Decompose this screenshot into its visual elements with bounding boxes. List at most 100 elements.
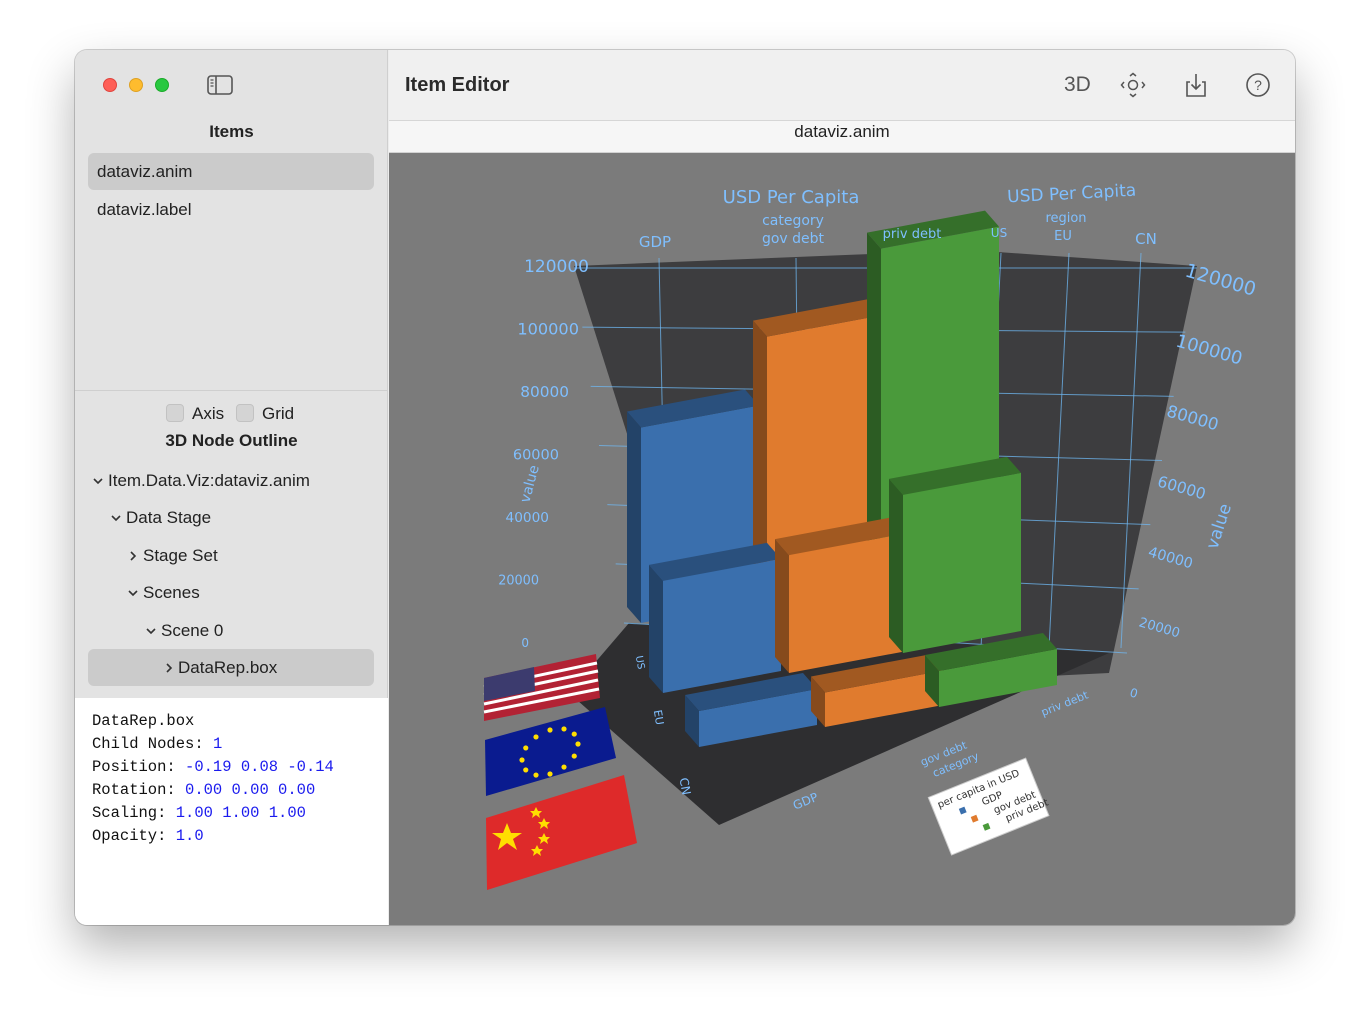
chevron-down-icon[interactable] bbox=[145, 625, 157, 637]
close-window-button[interactable] bbox=[103, 78, 117, 92]
item-dataviz-anim[interactable]: dataviz.anim bbox=[88, 153, 374, 190]
document-tab[interactable]: dataviz.anim bbox=[389, 121, 1295, 153]
y-tick-label-left: 0 bbox=[521, 636, 529, 650]
z-tick-label-floor: US bbox=[633, 655, 646, 670]
display-options: Axis Grid bbox=[75, 402, 388, 426]
tree-item-label: Scene 0 bbox=[161, 621, 224, 640]
main-area: Item Editor 3D ? dataviz.anim 0 0 20000 … bbox=[389, 50, 1295, 925]
y-axis-label-right: value bbox=[1203, 501, 1236, 551]
chevron-down-icon[interactable] bbox=[127, 587, 139, 599]
export-icon[interactable] bbox=[1183, 72, 1209, 98]
chart-title-right: USD Per Capita bbox=[1007, 181, 1137, 208]
y-tick-label-right: 20000 bbox=[1137, 615, 1181, 641]
eu-star bbox=[547, 771, 553, 777]
tree-item-label: Stage Set bbox=[143, 546, 218, 565]
y-tick-label-right: 80000 bbox=[1165, 402, 1221, 435]
x-tick-label: priv debt bbox=[883, 227, 942, 242]
y-tick-label-left: 40000 bbox=[506, 510, 549, 526]
info-value: 0.00 0.00 0.00 bbox=[185, 781, 316, 799]
chevron-down-icon[interactable] bbox=[110, 512, 122, 524]
eu-star bbox=[523, 767, 529, 773]
axis-checkbox[interactable] bbox=[166, 404, 184, 422]
sidebar: Items dataviz.anim dataviz.label Axis Gr… bbox=[75, 50, 388, 925]
eu-star bbox=[571, 753, 577, 759]
eu-star bbox=[561, 764, 567, 770]
y-tick-label-left: 80000 bbox=[520, 383, 569, 401]
tree-item-label: Scenes bbox=[143, 583, 200, 602]
sidebar-divider bbox=[75, 390, 388, 391]
bar-gov-debt-EU bbox=[775, 517, 907, 673]
eu-star bbox=[533, 734, 539, 740]
sidebar-toggle-icon[interactable] bbox=[207, 75, 233, 95]
item-dataviz-label[interactable]: dataviz.label bbox=[88, 191, 374, 228]
tree-item-label: Data Stage bbox=[126, 508, 212, 527]
3d-viewport[interactable]: 0 0 20000 20000 40000 40000 60000 60000 80000 800… bbox=[389, 153, 1295, 925]
bar-priv-debt-EU bbox=[889, 456, 1021, 653]
app-window: Items dataviz.anim dataviz.label Axis Gr… bbox=[75, 50, 1295, 925]
eu-star bbox=[571, 731, 577, 737]
info-label: Child Nodes: bbox=[92, 735, 204, 753]
chevron-right-icon[interactable] bbox=[163, 662, 175, 674]
zoom-window-button[interactable] bbox=[155, 78, 169, 92]
eu-star bbox=[547, 727, 553, 733]
us-flag bbox=[483, 654, 600, 721]
z-tick-label: CN bbox=[1135, 230, 1157, 248]
y-tick-label-right: 100000 bbox=[1173, 331, 1244, 370]
tree-item-label: DataRep.box bbox=[178, 658, 278, 677]
recenter-icon[interactable] bbox=[1120, 72, 1146, 98]
chart-title: USD Per Capita bbox=[723, 187, 860, 208]
grid-checkbox[interactable] bbox=[236, 404, 254, 422]
z-tick-label-floor: EU bbox=[651, 709, 666, 726]
info-scaling: Scaling: 1.00 1.00 1.00 bbox=[92, 802, 388, 825]
eu-flag bbox=[485, 707, 616, 796]
x-axis-title: category bbox=[762, 213, 824, 229]
eu-star bbox=[519, 757, 525, 763]
axis-checkbox-label: Axis bbox=[192, 404, 225, 423]
3d-mode-button[interactable]: 3D bbox=[1064, 73, 1091, 99]
x-tick-label-floor: GDP bbox=[791, 790, 820, 813]
tree-item-dataviz-anim[interactable]: Item.Data.Viz:dataviz.anim bbox=[88, 462, 374, 499]
tree-item-datarep-box[interactable]: DataRep.box bbox=[88, 649, 374, 686]
z-axis-title: region bbox=[1045, 211, 1086, 226]
info-value: 1.0 bbox=[175, 827, 204, 845]
y-tick-label-right: 120000 bbox=[1183, 260, 1259, 301]
y-tick-label-left: 20000 bbox=[498, 574, 539, 589]
toolbar: Item Editor 3D ? bbox=[389, 50, 1295, 121]
info-node-name: DataRep.box bbox=[92, 712, 195, 730]
minimize-window-button[interactable] bbox=[129, 78, 143, 92]
info-position: Position: -0.19 0.08 -0.14 bbox=[92, 756, 388, 779]
tree-item-scene-0[interactable]: Scene 0 bbox=[88, 612, 374, 649]
y-tick-label-right: 60000 bbox=[1155, 473, 1207, 504]
document-tab-label: dataviz.anim bbox=[794, 122, 890, 141]
grid-checkbox-label: Grid bbox=[262, 404, 295, 423]
info-label: Scaling: bbox=[92, 804, 167, 822]
tree-item-scenes[interactable]: Scenes bbox=[88, 574, 374, 611]
y-tick-label-right: 40000 bbox=[1146, 544, 1194, 572]
z-tick-label: EU bbox=[1054, 229, 1072, 244]
x-tick-label-floor: priv debt bbox=[1039, 688, 1091, 719]
toolbar-title: Item Editor bbox=[405, 74, 510, 96]
info-value: 1 bbox=[212, 735, 223, 753]
tree-item-label: Item.Data.Viz:dataviz.anim bbox=[108, 471, 310, 490]
chevron-right-icon[interactable] bbox=[127, 550, 139, 562]
tree-item-data-stage[interactable]: Data Stage bbox=[88, 499, 374, 536]
y-tick-label-left: 100000 bbox=[517, 320, 579, 339]
x-tick-label: gov debt bbox=[762, 231, 825, 247]
china-flag bbox=[486, 775, 637, 890]
info-label: Opacity: bbox=[92, 827, 167, 845]
z-tick-label: US bbox=[991, 226, 1007, 240]
chevron-down-icon[interactable] bbox=[92, 475, 104, 487]
node-info-panel: DataRep.box Child Nodes: 1 Position: -0.… bbox=[75, 698, 388, 925]
info-rotation: Rotation: 0.00 0.00 0.00 bbox=[92, 779, 388, 802]
eu-star bbox=[533, 772, 539, 778]
y-tick-label-right: 0 bbox=[1128, 685, 1139, 701]
bar-GDP-EU bbox=[649, 542, 781, 693]
outline-title: 3D Node Outline bbox=[165, 431, 298, 450]
eu-star bbox=[523, 745, 529, 751]
tree-item-stage-set[interactable]: Stage Set bbox=[88, 537, 374, 574]
info-label: Position: bbox=[92, 758, 176, 776]
item-label: dataviz.label bbox=[97, 200, 192, 219]
help-icon[interactable]: ? bbox=[1245, 72, 1271, 98]
svg-text:?: ? bbox=[1254, 77, 1262, 93]
3d-bar-chart[interactable]: 0 0 20000 20000 40000 40000 60000 60000 80000 800… bbox=[389, 153, 1295, 925]
